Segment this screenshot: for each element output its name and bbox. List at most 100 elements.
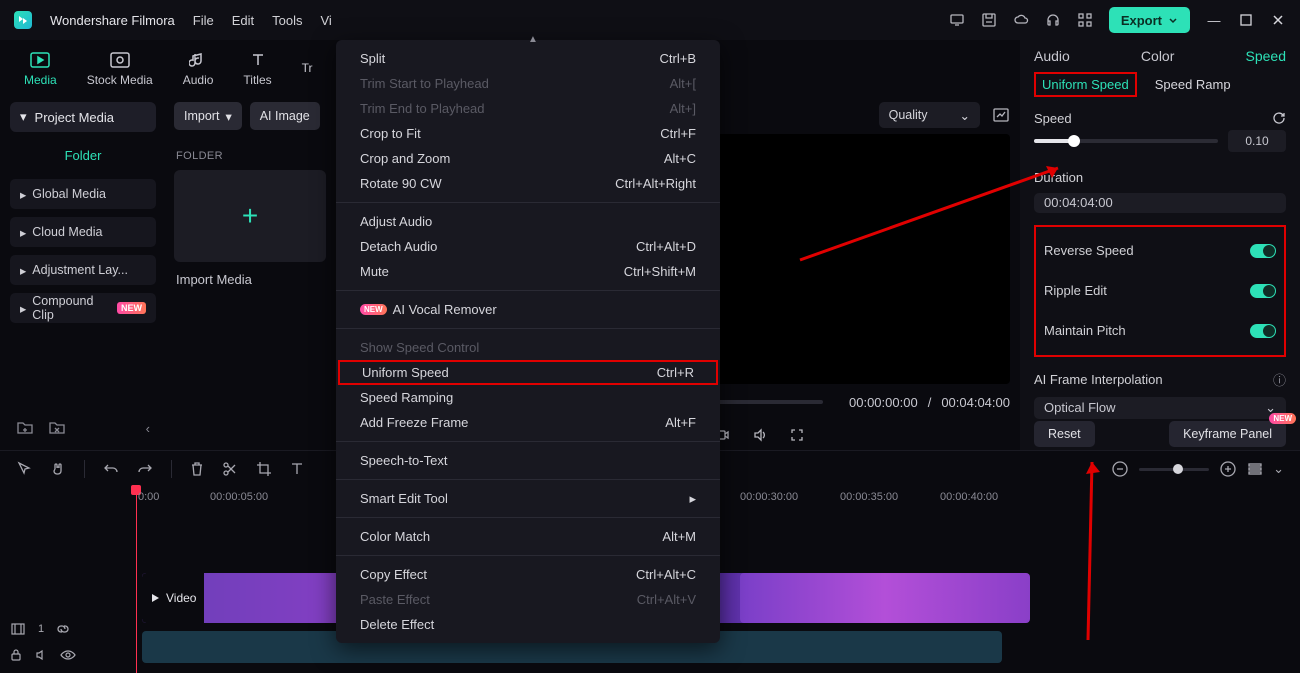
pitch-toggle[interactable] bbox=[1250, 324, 1276, 338]
video-clip[interactable] bbox=[740, 573, 1030, 623]
split-icon[interactable] bbox=[222, 461, 238, 477]
ctx-label: Mute bbox=[360, 264, 389, 279]
track-view-icon[interactable] bbox=[1247, 462, 1263, 476]
import-drop-zone[interactable]: + bbox=[174, 170, 326, 262]
reverse-label: Reverse Speed bbox=[1044, 243, 1134, 258]
text-icon[interactable] bbox=[290, 462, 304, 476]
zoom-in-icon[interactable] bbox=[1219, 460, 1237, 478]
zoom-slider[interactable] bbox=[1139, 468, 1209, 471]
lock-icon[interactable] bbox=[10, 648, 22, 662]
eye-icon[interactable] bbox=[60, 649, 76, 661]
folder-add-icon[interactable] bbox=[16, 420, 34, 436]
ctx-smart-edit[interactable]: Smart Edit Tool▸ bbox=[336, 486, 720, 511]
sidebar-compound[interactable]: ▸Compound ClipNEW bbox=[10, 293, 156, 323]
ctx-vocal-remover[interactable]: NEWAI Vocal Remover bbox=[336, 297, 720, 322]
fullscreen-icon[interactable] bbox=[790, 428, 804, 442]
ctx-detach-audio[interactable]: Detach AudioCtrl+Alt+D bbox=[336, 234, 720, 259]
menu-file[interactable]: File bbox=[193, 13, 214, 28]
subtab-uniform-speed[interactable]: Uniform Speed bbox=[1034, 72, 1137, 97]
ctx-rotate[interactable]: Rotate 90 CWCtrl+Alt+Right bbox=[336, 171, 720, 196]
panel-tab-color[interactable]: Color bbox=[1141, 48, 1174, 64]
pointer-icon[interactable] bbox=[16, 461, 32, 477]
tab-audio[interactable]: Audio bbox=[183, 49, 214, 87]
speed-value[interactable]: 0.10 bbox=[1228, 130, 1286, 152]
ctx-crop-zoom[interactable]: Crop and ZoomAlt+C bbox=[336, 146, 720, 171]
info-icon[interactable]: ⓘ bbox=[1273, 370, 1286, 389]
submenu-icon: ▸ bbox=[689, 491, 696, 507]
ctx-split[interactable]: SplitCtrl+B bbox=[336, 46, 720, 71]
maximize-button[interactable] bbox=[1238, 12, 1254, 28]
keyframe-panel-button[interactable]: Keyframe PanelNEW bbox=[1169, 421, 1286, 447]
ctx-uniform-speed[interactable]: Uniform SpeedCtrl+R bbox=[338, 360, 718, 385]
reset-button[interactable]: Reset bbox=[1034, 421, 1095, 447]
chevron-down-icon[interactable]: ⌄ bbox=[1273, 461, 1284, 477]
project-media[interactable]: ▾Project Media bbox=[10, 102, 156, 132]
volume-icon[interactable] bbox=[752, 427, 768, 443]
menu-edit[interactable]: Edit bbox=[232, 13, 254, 28]
reverse-toggle[interactable] bbox=[1250, 244, 1276, 258]
zoom-out-icon[interactable] bbox=[1111, 460, 1129, 478]
ctx-delete-effect[interactable]: Delete Effect bbox=[336, 612, 720, 637]
sidebar-adjustment[interactable]: ▸Adjustment Lay... bbox=[10, 255, 156, 285]
snapshot-icon[interactable] bbox=[992, 107, 1010, 123]
grid-icon[interactable] bbox=[1077, 12, 1093, 28]
panel-tab-speed[interactable]: Speed bbox=[1246, 48, 1286, 64]
chevron-left-icon[interactable]: ‹ bbox=[146, 421, 150, 436]
monitor-icon[interactable] bbox=[949, 12, 965, 28]
save-icon[interactable] bbox=[981, 12, 997, 28]
sidebar-global-media[interactable]: ▸Global Media bbox=[10, 179, 156, 209]
headphones-icon[interactable] bbox=[1045, 12, 1061, 28]
ctx-crop-fit[interactable]: Crop to FitCtrl+F bbox=[336, 121, 720, 146]
ctx-adjust-audio[interactable]: Adjust Audio bbox=[336, 209, 720, 234]
sidebar-cloud-media[interactable]: ▸Cloud Media bbox=[10, 217, 156, 247]
duration-value[interactable]: 00:04:04:00 bbox=[1034, 193, 1286, 213]
reset-label: Reset bbox=[1048, 427, 1081, 441]
crop-icon[interactable] bbox=[256, 461, 272, 477]
redo-icon[interactable] bbox=[137, 462, 153, 476]
minimize-button[interactable]: — bbox=[1206, 12, 1222, 28]
menu-tools[interactable]: Tools bbox=[272, 13, 302, 28]
tab-label: Tr bbox=[302, 61, 313, 75]
close-button[interactable] bbox=[1270, 12, 1286, 28]
ai-interp-select[interactable]: Optical Flow⌄ bbox=[1034, 397, 1286, 418]
ctx-speed-ramping[interactable]: Speed Ramping bbox=[336, 385, 720, 410]
speed-label: Speed bbox=[1034, 111, 1072, 126]
subtab-speed-ramp[interactable]: Speed Ramp bbox=[1155, 77, 1231, 92]
menu-view[interactable]: Vi bbox=[320, 13, 331, 28]
film-icon[interactable] bbox=[10, 622, 26, 636]
chevron-down-icon: ▾ bbox=[225, 109, 231, 124]
import-button[interactable]: Import▾ bbox=[174, 102, 242, 130]
side-label: Global Media bbox=[32, 187, 106, 201]
ripple-toggle[interactable] bbox=[1250, 284, 1276, 298]
tab-titles[interactable]: Titles bbox=[243, 49, 271, 87]
tab-stock[interactable]: Stock Media bbox=[87, 49, 153, 87]
ripple-label: Ripple Edit bbox=[1044, 283, 1107, 298]
ai-image-button[interactable]: AI Image bbox=[250, 102, 320, 130]
ctx-copy-effect[interactable]: Copy EffectCtrl+Alt+C bbox=[336, 562, 720, 587]
undo-icon[interactable] bbox=[103, 462, 119, 476]
folder-label[interactable]: Folder bbox=[10, 140, 156, 171]
quality-select[interactable]: Quality⌄ bbox=[879, 102, 980, 128]
panel-tab-audio[interactable]: Audio bbox=[1034, 48, 1070, 64]
duration-label: Duration bbox=[1034, 170, 1083, 185]
ctx-speech-text[interactable]: Speech-to-Text bbox=[336, 448, 720, 473]
export-button[interactable]: Export bbox=[1109, 7, 1190, 33]
ctx-shortcut: Ctrl+Alt+V bbox=[637, 592, 696, 607]
media-sidebar: ▾Project Media Folder ▸Global Media ▸Clo… bbox=[0, 96, 166, 450]
link-icon[interactable] bbox=[56, 622, 70, 636]
track-num: 1 bbox=[38, 623, 44, 635]
ctx-color-match[interactable]: Color MatchAlt+M bbox=[336, 524, 720, 549]
delete-icon[interactable] bbox=[190, 461, 204, 477]
speed-slider[interactable] bbox=[1034, 139, 1218, 143]
mute-icon[interactable] bbox=[34, 648, 48, 662]
new-badge: NEW bbox=[117, 302, 146, 314]
tab-media[interactable]: Media bbox=[24, 49, 57, 87]
chevron-up-icon: ▲ bbox=[528, 34, 538, 45]
tab-transitions[interactable]: Tr bbox=[302, 61, 313, 75]
cloud-icon[interactable] bbox=[1013, 12, 1029, 28]
ctx-freeze-frame[interactable]: Add Freeze FrameAlt+F bbox=[336, 410, 720, 435]
ctx-mute[interactable]: MuteCtrl+Shift+M bbox=[336, 259, 720, 284]
reset-icon[interactable] bbox=[1272, 111, 1286, 125]
hand-icon[interactable] bbox=[50, 461, 66, 477]
folder-trash-icon[interactable] bbox=[48, 420, 66, 436]
